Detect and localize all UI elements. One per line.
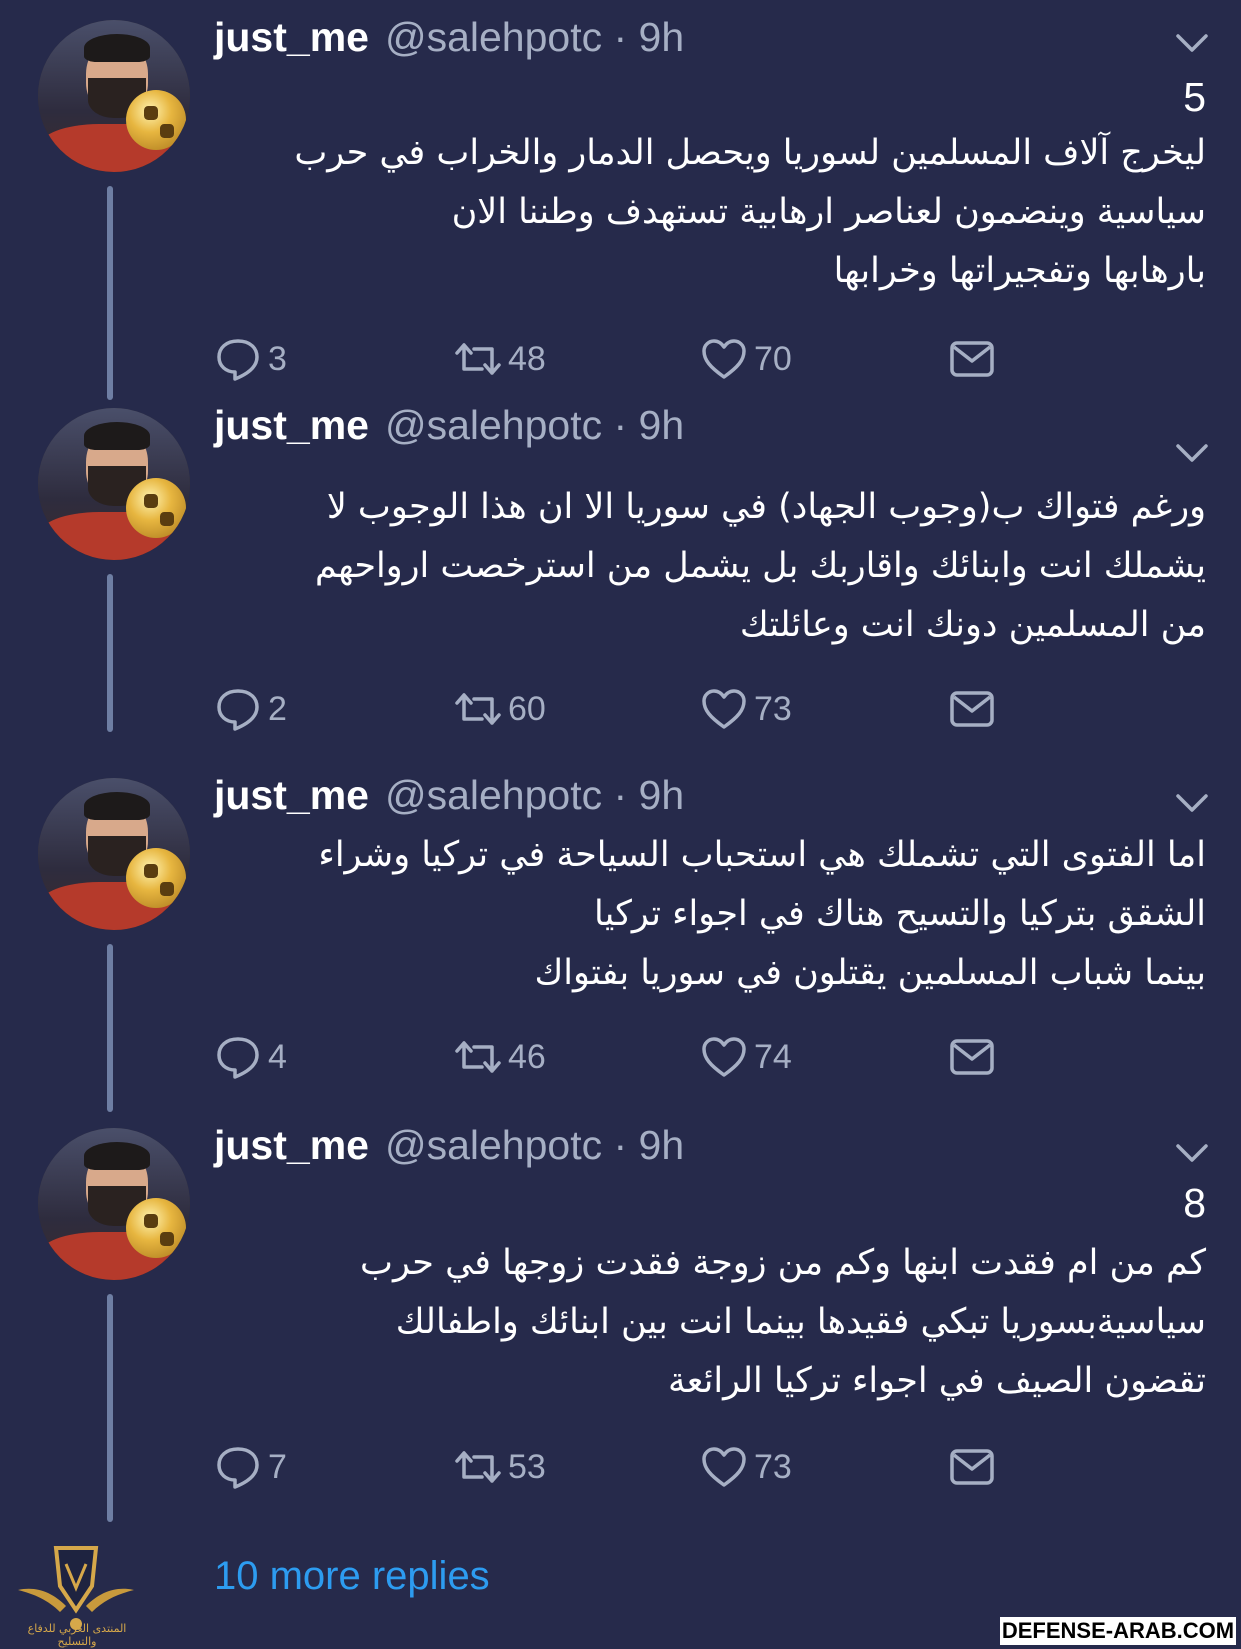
retweet-count: 60 xyxy=(508,689,546,728)
tweet-text-line: سياسية وينضمون لعناصر ارهابية تستهدف وطن… xyxy=(451,192,1206,232)
like-count: 70 xyxy=(754,339,792,378)
retweet-count: 46 xyxy=(508,1037,546,1076)
tweet-text: اما الفتوى التي تشملك هي استحباب السياحة… xyxy=(216,826,1206,1003)
like-button[interactable]: 74 xyxy=(700,1032,792,1082)
retweet-button[interactable]: 53 xyxy=(454,1442,546,1492)
reply-count: 2 xyxy=(268,689,287,728)
tweet-actions: 2 60 73 xyxy=(214,684,1074,734)
chevron-down-icon[interactable] xyxy=(1172,440,1212,466)
reply-count: 7 xyxy=(268,1447,287,1486)
envelope-icon xyxy=(950,341,994,377)
envelope-icon xyxy=(950,1449,994,1485)
envelope-icon xyxy=(950,1039,994,1075)
forum-logo-text: المنتدى العربي للدفاع والتسليح xyxy=(27,1622,127,1648)
retweet-button[interactable]: 48 xyxy=(454,334,546,384)
reply-icon xyxy=(217,1037,259,1079)
reply-count: 4 xyxy=(268,1037,287,1076)
reply-button[interactable]: 4 xyxy=(214,1032,287,1082)
chevron-down-icon[interactable] xyxy=(1172,30,1212,56)
tweet-actions: 4 46 74 xyxy=(214,1032,1074,1082)
retweet-icon xyxy=(455,693,501,725)
avatar[interactable] xyxy=(38,778,190,930)
avatar[interactable] xyxy=(38,1128,190,1280)
reply-icon xyxy=(217,689,259,731)
display-name[interactable]: just_me xyxy=(214,14,369,61)
display-name[interactable]: just_me xyxy=(214,772,369,819)
like-count: 74 xyxy=(754,1037,792,1076)
tweet-text-line: ليخرج آلاف المسلمين لسوريا ويحصل الدمار … xyxy=(294,133,1206,173)
tweet-text-line: بينما شباب المسلمين يقتلون في سوريا بفتو… xyxy=(534,953,1206,993)
reply-count: 3 xyxy=(268,339,287,378)
handle-time[interactable]: @salehpotc · 9h xyxy=(385,14,684,61)
thread-number: 5 xyxy=(1183,74,1206,120)
tweet-text-line: تقضون الصيف في اجواء تركيا الرائعة xyxy=(667,1361,1206,1401)
chevron-down-icon[interactable] xyxy=(1172,790,1212,816)
retweet-icon xyxy=(455,1041,501,1073)
like-button[interactable]: 73 xyxy=(700,684,792,734)
avatar[interactable] xyxy=(38,20,190,172)
direct-message-button[interactable] xyxy=(948,1032,996,1082)
thread-number: 8 xyxy=(1183,1180,1206,1226)
chevron-down-icon[interactable] xyxy=(1172,1140,1212,1166)
more-replies-link[interactable]: 10 more replies xyxy=(214,1554,490,1599)
watermark: DEFENSE-ARAB.COM xyxy=(1000,1617,1236,1645)
retweet-icon xyxy=(455,1451,501,1483)
heart-icon xyxy=(702,1447,746,1487)
reply-button[interactable]: 2 xyxy=(214,684,287,734)
tweet-text-line: بارهابها وتفجيراتها وخرابها xyxy=(833,251,1206,291)
envelope-icon xyxy=(950,691,994,727)
tweet-actions: 3 48 70 xyxy=(214,334,1074,384)
retweet-count: 48 xyxy=(508,339,546,378)
reply-icon xyxy=(217,1447,259,1489)
direct-message-button[interactable] xyxy=(948,1442,996,1492)
direct-message-button[interactable] xyxy=(948,334,996,384)
tweet-text-line: ورغم فتواك ب(وجوب الجهاد) في سوريا الا ا… xyxy=(326,487,1206,527)
reply-button[interactable]: 3 xyxy=(214,334,287,384)
retweet-count: 53 xyxy=(508,1447,546,1486)
tweet-text-line: سياسيةبسوريا تبكي فقيدها بينما انت بين ا… xyxy=(395,1302,1206,1342)
retweet-icon xyxy=(455,343,501,375)
display-name[interactable]: just_me xyxy=(214,1122,369,1169)
avatar[interactable] xyxy=(38,408,190,560)
tweet-text: ورغم فتواك ب(وجوب الجهاد) في سوريا الا ا… xyxy=(216,478,1206,655)
reply-icon xyxy=(217,339,259,381)
heart-icon xyxy=(702,689,746,729)
direct-message-button[interactable] xyxy=(948,684,996,734)
tweet-text: ليخرج آلاف المسلمين لسوريا ويحصل الدمار … xyxy=(216,124,1206,301)
retweet-button[interactable]: 46 xyxy=(454,1032,546,1082)
tweet-text-line: اما الفتوى التي تشملك هي استحباب السياحة… xyxy=(318,835,1206,875)
tweet-text-line: يشملك انت وابنائك واقاربك بل يشمل من است… xyxy=(314,546,1206,586)
heart-icon xyxy=(702,339,746,379)
like-button[interactable]: 73 xyxy=(700,1442,792,1492)
tweet-text: كم من ام فقدت ابنها وكم من زوجة فقدت زوج… xyxy=(216,1234,1206,1411)
tweet-text-line: كم من ام فقدت ابنها وكم من زوجة فقدت زوج… xyxy=(360,1243,1206,1283)
tweet-actions: 7 53 73 xyxy=(214,1442,1074,1492)
like-count: 73 xyxy=(754,689,792,728)
retweet-button[interactable]: 60 xyxy=(454,684,546,734)
thread-line xyxy=(107,186,113,400)
tweet-text-line: الشقق بتركيا والتسيح هناك في اجواء تركيا xyxy=(594,894,1206,934)
tweet-text-line: من المسلمين دونك انت وعائلتك xyxy=(739,605,1206,645)
reply-button[interactable]: 7 xyxy=(214,1442,287,1492)
thread-line xyxy=(107,574,113,732)
handle-time[interactable]: @salehpotc · 9h xyxy=(385,772,684,819)
like-count: 73 xyxy=(754,1447,792,1486)
display-name[interactable]: just_me xyxy=(214,402,369,449)
like-button[interactable]: 70 xyxy=(700,334,792,384)
thread-line xyxy=(107,944,113,1112)
handle-time[interactable]: @salehpotc · 9h xyxy=(385,402,684,449)
thread-line xyxy=(107,1294,113,1522)
handle-time[interactable]: @salehpotc · 9h xyxy=(385,1122,684,1169)
heart-icon xyxy=(702,1037,746,1077)
